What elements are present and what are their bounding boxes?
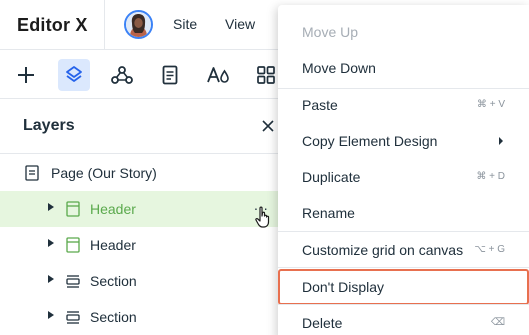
- expand-caret-icon[interactable]: [48, 275, 54, 283]
- page-icon: [162, 65, 178, 85]
- layer-row-section-1[interactable]: Section: [0, 263, 290, 299]
- layer-row-page[interactable]: Page (Our Story): [0, 155, 290, 191]
- layer-label: Section: [90, 273, 137, 289]
- menu-item-label: Customize grid on canvas: [302, 242, 464, 258]
- editor-x-logo[interactable]: Editor X: [17, 15, 88, 36]
- expand-caret-icon[interactable]: [48, 311, 54, 319]
- menu-item-rename[interactable]: Rename: [278, 195, 529, 231]
- layers-panel-header: Layers: [0, 100, 290, 154]
- section-icon: [66, 311, 80, 324]
- user-avatar[interactable]: [124, 10, 153, 39]
- tools-toolbar: [0, 51, 290, 99]
- view-menu[interactable]: View: [225, 16, 255, 32]
- connections-tool-button[interactable]: [106, 59, 138, 91]
- nodes-icon: [111, 66, 133, 84]
- expand-caret-icon[interactable]: [48, 239, 54, 247]
- menu-item-move-up[interactable]: Move Up: [278, 14, 529, 50]
- avatar-image: [126, 12, 151, 37]
- menu-item-label: Don't Display: [302, 279, 385, 295]
- context-menu: Move Up Move Down Paste ⌘ + V Copy Eleme…: [278, 5, 529, 335]
- section-icon: [66, 275, 80, 288]
- menu-item-duplicate[interactable]: Duplicate ⌘ + D: [278, 159, 529, 195]
- layer-label: Page (Our Story): [51, 165, 157, 181]
- grid-icon: [257, 66, 275, 84]
- shortcut-hint: ⌫: [490, 317, 505, 328]
- site-menu[interactable]: Site: [173, 16, 197, 32]
- expand-caret-icon[interactable]: [48, 203, 54, 211]
- menu-divider: [278, 267, 529, 268]
- layer-label: Header: [90, 237, 136, 253]
- layer-label: Header: [90, 201, 136, 217]
- divider: [104, 0, 105, 50]
- layers-icon: [66, 66, 82, 82]
- layer-label: Section: [90, 309, 137, 325]
- menu-item-delete[interactable]: Delete ⌫: [278, 305, 529, 335]
- pages-tool-button[interactable]: [154, 59, 186, 91]
- plus-icon: [18, 67, 34, 83]
- text-color-icon: [207, 67, 229, 83]
- add-button[interactable]: [10, 59, 42, 91]
- layer-row-header-1[interactable]: Header ...: [0, 191, 290, 228]
- menu-item-copy-element-design[interactable]: Copy Element Design: [278, 123, 529, 159]
- menu-item-paste[interactable]: Paste ⌘ + V: [278, 87, 529, 123]
- shortcut-hint: ⌘ + D: [476, 171, 505, 182]
- menu-item-label: Delete: [302, 315, 343, 331]
- hand-cursor-icon: [255, 206, 270, 228]
- menu-item-label: Paste: [302, 97, 338, 113]
- theme-tool-button[interactable]: [202, 59, 234, 91]
- menu-item-label: Move Up: [302, 24, 359, 40]
- page-icon: [25, 165, 39, 181]
- shortcut-hint: ⌘ + V: [476, 99, 505, 110]
- layer-row-section-2[interactable]: Section: [0, 299, 290, 335]
- chevron-right-icon: [499, 137, 503, 145]
- menu-item-label: Rename: [302, 205, 355, 221]
- menu-item-customize-grid[interactable]: Customize grid on canvas ⌥ + G: [278, 232, 529, 268]
- layers-tool-button[interactable]: [58, 59, 90, 91]
- close-icon[interactable]: [260, 118, 276, 134]
- shortcut-hint: ⌥ + G: [474, 244, 505, 255]
- menu-item-label: Move Down: [302, 60, 376, 76]
- header-icon: [66, 201, 80, 217]
- menu-item-dont-display[interactable]: Don't Display: [278, 269, 529, 305]
- panel-title: Layers: [23, 117, 75, 134]
- menu-item-move-down[interactable]: Move Down: [278, 50, 529, 86]
- menu-item-label: Copy Element Design: [302, 133, 438, 149]
- menu-item-label: Duplicate: [302, 169, 361, 185]
- layer-row-header-2[interactable]: Header: [0, 227, 290, 263]
- header-icon: [66, 237, 80, 253]
